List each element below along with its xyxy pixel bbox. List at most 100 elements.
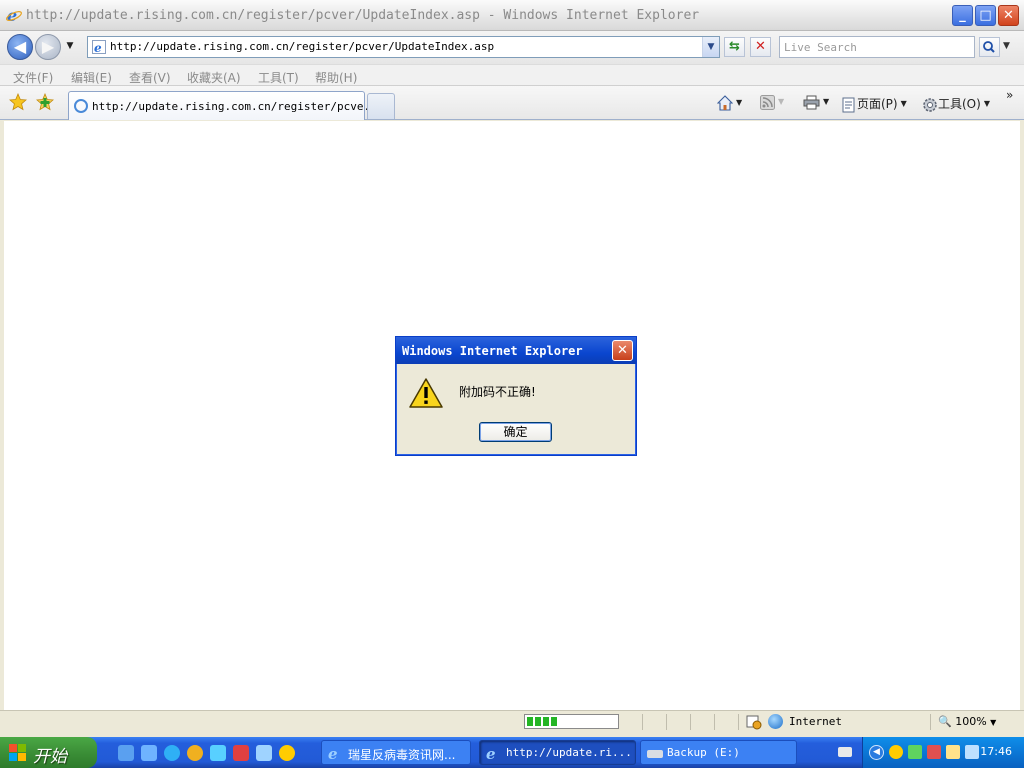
maximize-button[interactable]: □: [975, 5, 996, 26]
favorites-center-star-icon[interactable]: [9, 93, 27, 111]
address-dropdown[interactable]: ▼: [702, 37, 719, 57]
globe-icon: [768, 714, 783, 729]
add-to-favorites-icon[interactable]: [36, 93, 54, 111]
menu-file[interactable]: 文件(F): [13, 69, 53, 86]
status-bar: Internet 🔍 100% ▼: [0, 710, 1024, 732]
chevron-down-icon: ▼: [900, 99, 907, 108]
stop-button[interactable]: ✕: [750, 37, 771, 57]
chevron-down-icon: ▼: [990, 718, 997, 727]
warning-icon: [409, 378, 443, 408]
taskbar: 开始 e 瑞星反病毒资讯网... e http://update.ri... B…: [0, 737, 1024, 768]
minimize-button[interactable]: _: [952, 5, 973, 26]
quicklaunch-ie-icon[interactable]: [118, 745, 134, 761]
svg-text:e: e: [94, 41, 102, 54]
chevron-down-icon: ▼: [823, 97, 830, 106]
tab-bar: http://update.rising.com.cn/register/pcv…: [0, 86, 1024, 120]
status-divider: [666, 714, 667, 730]
print-button[interactable]: ▼: [803, 95, 829, 110]
taskbar-item-label: http://update.ri...: [506, 746, 632, 759]
quicklaunch-globe-icon[interactable]: [164, 745, 180, 761]
home-button[interactable]: ▼: [716, 95, 742, 111]
menu-favorites[interactable]: 收藏夹(A): [187, 69, 241, 86]
search-options-dropdown[interactable]: ▼: [1003, 41, 1010, 51]
close-icon: ✕: [617, 343, 628, 358]
progress-segment: [551, 717, 557, 726]
address-url[interactable]: http://update.rising.com.cn/register/pcv…: [110, 40, 494, 53]
taskbar-clock[interactable]: 17:46: [980, 745, 1012, 758]
page-load-progress: [524, 714, 619, 729]
taskbar-item-rising-news[interactable]: e 瑞星反病毒资讯网...: [321, 740, 471, 765]
ie-icon: e: [486, 745, 496, 763]
page-ie-icon: e: [92, 40, 106, 54]
taskbar-item-update-page[interactable]: e http://update.ri...: [479, 740, 636, 765]
tools-menu-button[interactable]: 工具(O) ▼: [922, 95, 990, 113]
progress-segment: [543, 717, 549, 726]
show-hidden-icons-button[interactable]: ◀: [869, 745, 884, 760]
page-icon: [842, 97, 855, 112]
page-menu-button[interactable]: 页面(P) ▼: [842, 95, 907, 113]
dialog-title: Windows Internet Explorer: [402, 344, 583, 358]
progress-segment: [535, 717, 541, 726]
quicklaunch-antivirus-icon[interactable]: [233, 745, 249, 761]
menu-bar: 文件(F) 编辑(E) 查看(V) 收藏夹(A) 工具(T) 帮助(H): [0, 64, 1024, 86]
maximize-icon: □: [979, 8, 992, 23]
start-button[interactable]: 开始: [0, 737, 97, 768]
address-bar[interactable]: e http://update.rising.com.cn/register/p…: [87, 36, 720, 58]
windows-logo-icon: [9, 744, 27, 761]
taskbar-item-backup-drive[interactable]: Backup (E:): [640, 740, 797, 765]
antivirus-tray-icon[interactable]: [927, 745, 941, 759]
popup-blocker-icon[interactable]: [746, 714, 762, 730]
progress-fill: [527, 717, 616, 726]
menu-view[interactable]: 查看(V): [129, 69, 171, 86]
menu-edit[interactable]: 编辑(E): [71, 69, 112, 86]
back-arrow-icon: ◀: [13, 37, 27, 56]
feeds-button[interactable]: ▼: [760, 95, 784, 110]
keyboard-icon[interactable]: [838, 747, 852, 757]
chevron-down-icon: ▼: [983, 99, 990, 108]
status-divider: [738, 714, 739, 730]
forward-button[interactable]: ▶: [35, 34, 61, 60]
navigation-bar: ◀ ▶ ▼ e http://update.rising.com.cn/regi…: [0, 31, 1024, 64]
security-zone[interactable]: Internet: [789, 715, 842, 728]
loading-icon: [74, 99, 88, 113]
new-tab-button[interactable]: [367, 93, 395, 119]
dialog-message: 附加码不正确!: [459, 385, 536, 399]
close-icon: ✕: [1003, 8, 1014, 23]
refresh-button[interactable]: ⇆: [724, 37, 745, 57]
back-button[interactable]: ◀: [7, 34, 33, 60]
quicklaunch-lightning-icon[interactable]: [210, 745, 226, 761]
drive-icon: [647, 750, 663, 758]
network-tray-icon[interactable]: [908, 745, 922, 759]
dialog-close-button[interactable]: ✕: [612, 340, 633, 361]
search-placeholder: Live Search: [784, 41, 857, 54]
status-divider: [690, 714, 691, 730]
monitor-tray-icon[interactable]: [965, 745, 979, 759]
search-box[interactable]: Live Search: [779, 36, 975, 58]
chevron-down-icon: ▼: [778, 97, 785, 106]
volume-tray-icon[interactable]: [946, 745, 960, 759]
zoom-level[interactable]: 🔍 100% ▼: [938, 715, 996, 728]
quicklaunch-desktop-icon[interactable]: [256, 745, 272, 761]
quicklaunch-qq-icon[interactable]: [279, 745, 295, 761]
quicklaunch-media-icon[interactable]: [187, 745, 203, 761]
tab-update-index[interactable]: http://update.rising.com.cn/register/pcv…: [68, 91, 383, 120]
recent-pages-dropdown[interactable]: ▼: [64, 41, 76, 53]
chevron-down-icon: ▼: [1003, 41, 1010, 51]
qq-tray-icon[interactable]: [889, 745, 903, 759]
alert-dialog: Windows Internet Explorer ✕ 附加码不正确! 确定: [395, 336, 637, 456]
menu-help[interactable]: 帮助(H): [315, 69, 357, 86]
gear-icon: [923, 97, 937, 112]
quicklaunch-explorer-icon[interactable]: [141, 745, 157, 761]
home-icon: [716, 95, 734, 111]
zoom-value: 100%: [955, 715, 987, 728]
ok-button[interactable]: 确定: [479, 422, 552, 442]
menu-tools[interactable]: 工具(T): [258, 69, 299, 86]
search-button[interactable]: [979, 37, 1000, 57]
stop-icon: ✕: [755, 39, 766, 54]
dialog-titlebar[interactable]: Windows Internet Explorer: [396, 337, 636, 364]
window-titlebar[interactable]: e http://update.rising.com.cn/register/p…: [0, 0, 1024, 31]
close-window-button[interactable]: ✕: [998, 5, 1019, 26]
rss-feed-icon: [760, 95, 775, 110]
tab-label: http://update.rising.com.cn/register/pcv…: [92, 100, 384, 113]
more-commands-button[interactable]: »: [1006, 88, 1013, 102]
